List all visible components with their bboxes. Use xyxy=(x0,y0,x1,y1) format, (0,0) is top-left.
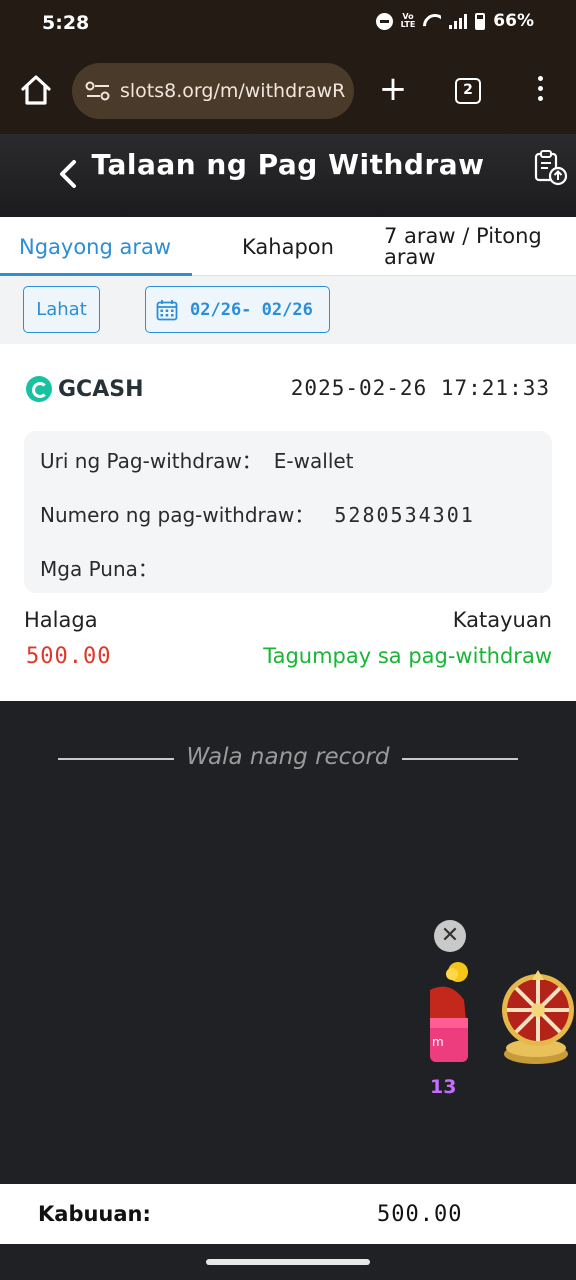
withdraw-number-row: Numero ng pag-withdraw： 5280534301 xyxy=(40,499,475,528)
system-nav-bar xyxy=(0,1244,576,1280)
payment-method: GCASH xyxy=(58,376,144,402)
period-tabs: Ngayong araw Kahapon 7 araw / Pitong ara… xyxy=(0,217,576,276)
withdraw-number-label: Numero ng pag-withdraw： xyxy=(40,503,315,527)
remarks-label: Mga Puna： xyxy=(40,557,158,581)
browser-toolbar: slots8.org/m/withdrawR + 2 xyxy=(0,48,576,134)
total-value: 500.00 xyxy=(377,1202,463,1227)
gift-promo-icon[interactable]: m xyxy=(430,960,472,1066)
withdraw-record-card[interactable]: GCASH 2025-02-26 17:21:33 Uri ng Pag-wit… xyxy=(0,344,576,701)
more-menu-icon[interactable] xyxy=(530,76,550,106)
no-more-records: Wala nang record xyxy=(0,740,576,780)
status-bar: 5:28 Vo LTE 66% xyxy=(0,0,576,48)
record-details: Uri ng Pag-withdraw： E-wallet Numero ng p… xyxy=(24,431,552,593)
svg-text:m: m xyxy=(432,1035,444,1049)
amount-value: 500.00 xyxy=(26,644,112,669)
clipboard-upload-icon[interactable] xyxy=(530,146,570,188)
withdraw-type-row: Uri ng Pag-withdraw： E-wallet xyxy=(40,445,354,474)
page-header: Talaan ng Pag Withdraw xyxy=(0,134,576,217)
divider-right xyxy=(402,758,518,760)
amount-label: Halaga xyxy=(24,608,98,632)
remarks-row: Mga Puna： xyxy=(40,553,170,582)
status-icons: Vo LTE 66% xyxy=(375,11,534,31)
no-more-records-text: Wala nang record xyxy=(186,744,390,770)
tab-seven-days[interactable]: 7 araw / Pitong araw xyxy=(384,217,564,276)
record-datetime: 2025-02-26 17:21:33 xyxy=(290,376,550,400)
tab-today[interactable]: Ngayong araw xyxy=(19,217,171,276)
filter-all-button[interactable]: Lahat xyxy=(23,286,100,333)
promo-counter: 13 xyxy=(430,1076,457,1098)
page-title: Talaan ng Pag Withdraw xyxy=(91,148,485,181)
status-time: 5:28 xyxy=(42,12,90,34)
signal-icon xyxy=(449,13,468,29)
url-text: slots8.org/m/withdrawR xyxy=(120,80,346,102)
tab-switcher-button[interactable]: 2 xyxy=(455,78,481,104)
tab-yesterday[interactable]: Kahapon xyxy=(242,217,334,276)
wifi-icon xyxy=(423,14,441,28)
battery-icon xyxy=(475,12,486,30)
home-gesture-handle[interactable] xyxy=(206,1259,370,1265)
battery-percent: 66% xyxy=(493,11,534,31)
site-settings-icon[interactable] xyxy=(84,79,112,103)
do-not-disturb-icon xyxy=(375,12,393,30)
status-value: Tagumpay sa pag-withdraw xyxy=(263,644,552,668)
date-range-text: 02/26- 02/26 xyxy=(190,299,313,320)
total-label: Kabuuan: xyxy=(38,1202,151,1226)
calendar-icon xyxy=(156,299,178,320)
volte-icon: Vo LTE xyxy=(400,12,416,29)
status-label: Katayuan xyxy=(452,608,552,632)
gcash-logo: GCASH xyxy=(26,376,144,402)
withdraw-number-value: 5280534301 xyxy=(334,503,475,527)
home-icon[interactable] xyxy=(18,72,54,108)
withdraw-type-label: Uri ng Pag-withdraw： xyxy=(40,449,262,473)
withdraw-type-value: E-wallet xyxy=(273,449,354,473)
filter-bar: Lahat 02/26- 02/26 xyxy=(0,276,576,344)
lucky-wheel-icon[interactable] xyxy=(498,968,576,1068)
address-bar[interactable]: slots8.org/m/withdrawR xyxy=(72,63,354,119)
gcash-icon xyxy=(26,376,52,402)
date-range-picker[interactable]: 02/26- 02/26 xyxy=(145,286,330,333)
new-tab-button[interactable]: + xyxy=(377,72,409,108)
total-footer: Kabuuan: 500.00 xyxy=(0,1184,576,1244)
close-promo-button[interactable]: ✕ xyxy=(434,920,466,952)
